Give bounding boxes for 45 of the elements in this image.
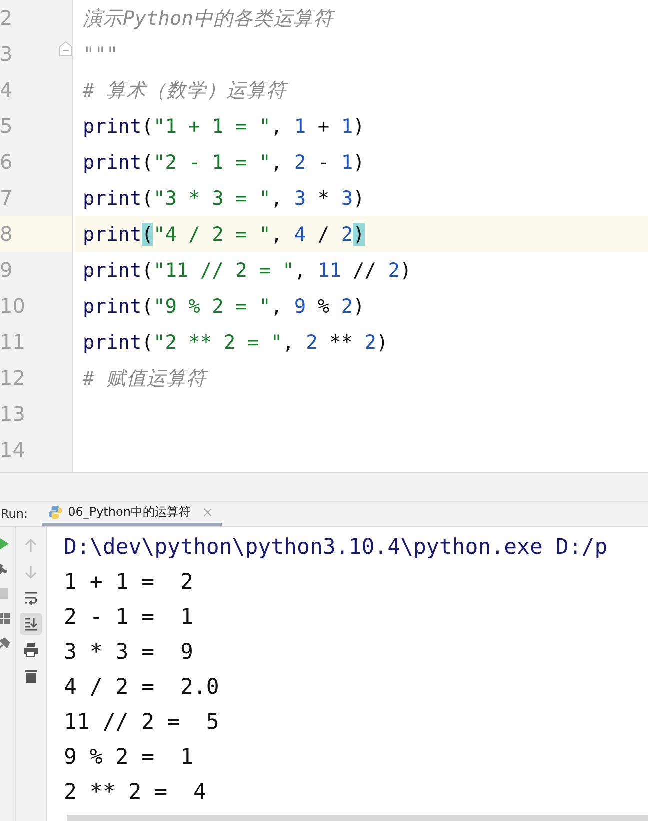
line-number: 4 — [0, 78, 13, 102]
line-number: 13 — [0, 402, 26, 426]
code-line: print("2 - 1 = ", 2 - 1) — [83, 150, 365, 174]
code-line: print("11 // 2 = ", 11 // 2) — [83, 258, 412, 282]
line-number: 12 — [0, 366, 26, 390]
output-line: 9 % 2 = 1 — [64, 745, 194, 770]
code-line: print("1 + 1 = ", 1 + 1) — [83, 114, 365, 138]
line-number: 11 — [0, 330, 26, 354]
code-line: print("9 % 2 = ", 9 % 2) — [83, 294, 365, 318]
command-line-text: D:\dev\python\python3.10.4\python.exe D:/p — [64, 535, 608, 560]
python-icon — [48, 505, 64, 520]
line-number: 14 — [0, 438, 26, 462]
run-tab[interactable]: 06_Python中的运算符 × — [42, 502, 222, 526]
code-line: """ — [83, 42, 118, 66]
line-number: 2 — [0, 6, 13, 30]
down-arrow-icon — [23, 564, 39, 580]
line-number: 10 — [0, 294, 26, 318]
code-line: print("3 * 3 = ", 3 * 3) — [83, 186, 365, 210]
code-line: # 赋值运算符 — [83, 366, 206, 390]
line-number: 5 — [0, 114, 13, 138]
play-icon[interactable] — [0, 537, 10, 551]
line-number: 6 — [0, 150, 13, 174]
layout-icon[interactable] — [0, 612, 10, 626]
output-line: 2 ** 2 = 4 — [64, 780, 206, 805]
output-line: 1 + 1 = 2 — [64, 570, 194, 595]
line-number: 9 — [0, 258, 13, 282]
soft-wrap-icon — [23, 590, 39, 606]
output-line: 4 / 2 = 2.0 — [64, 675, 220, 700]
output-line: 3 * 3 = 9 — [64, 640, 194, 665]
code-line: 演示Python中的各类运算符 — [83, 6, 334, 30]
scroll-to-end-button[interactable] — [20, 613, 42, 635]
trash-icon — [23, 668, 39, 684]
line-number: 8 — [0, 222, 13, 246]
output-line: 2 - 1 = 1 — [64, 605, 194, 630]
code-line: print("4 / 2 = ", 4 / 2) — [83, 222, 365, 246]
printer-icon — [23, 642, 39, 658]
run-label: Run: — [1, 506, 30, 523]
up-arrow-icon — [23, 538, 39, 554]
code-line: # 算术（数学）运算符 — [83, 78, 286, 102]
line-number: 3 — [0, 42, 13, 66]
code-line: print("2 ** 2 = ", 2 ** 2) — [83, 330, 388, 354]
line-number: 7 — [0, 186, 13, 210]
scroll-to-end-icon — [23, 616, 39, 632]
output-line: 11 // 2 = 5 — [64, 710, 220, 735]
fold-icon[interactable] — [59, 41, 73, 57]
